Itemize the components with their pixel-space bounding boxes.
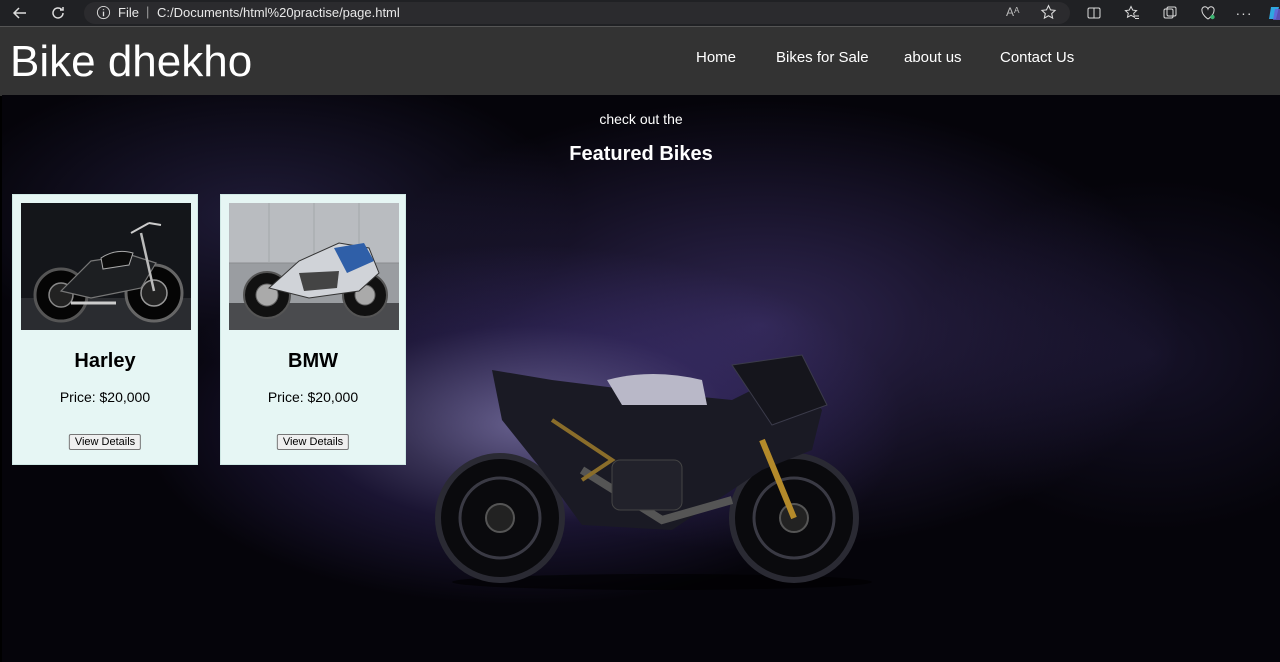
- bike-card-bmw: BMW Price: $20,000 View Details: [220, 194, 406, 465]
- favorites-icon: [1124, 5, 1139, 19]
- nav-contact-us[interactable]: Contact Us: [1000, 49, 1074, 66]
- harley-bike-image: [21, 203, 191, 330]
- collections-button[interactable]: [1160, 3, 1180, 23]
- copilot-button[interactable]: [1266, 3, 1280, 23]
- section-title: Featured Bikes: [569, 143, 713, 165]
- info-icon[interactable]: [96, 5, 111, 20]
- reload-button[interactable]: [48, 3, 68, 23]
- bike-price: Price: $20,000: [59, 389, 151, 405]
- bmw-bike-image: [229, 203, 399, 330]
- hero-motorcycle-image: [435, 354, 872, 590]
- nav-home[interactable]: Home: [696, 49, 736, 66]
- more-dots-icon: ···: [1235, 5, 1253, 21]
- nav-about-us[interactable]: about us: [904, 49, 962, 66]
- url-text[interactable]: C:/Documents/html%20practise/page.html: [157, 5, 400, 20]
- back-button[interactable]: [10, 3, 30, 23]
- back-arrow-icon: [12, 7, 26, 19]
- reload-icon: [52, 7, 64, 19]
- split-screen-icon: [1087, 7, 1101, 19]
- bike-card-harley: Harley Price: $20,000 View Details: [12, 194, 198, 465]
- view-details-button[interactable]: View Details: [68, 434, 142, 450]
- settings-more-button[interactable]: ···: [1234, 3, 1254, 23]
- file-label: File: [118, 5, 139, 20]
- nav-bikes-for-sale[interactable]: Bikes for Sale: [776, 49, 869, 66]
- bike-name: Harley: [74, 350, 136, 372]
- view-details-button[interactable]: View Details: [276, 434, 350, 450]
- hero-kicker: check out the: [599, 111, 683, 127]
- heart-pulse-icon: [1201, 6, 1215, 20]
- bike-price: Price: $20,000: [267, 389, 359, 405]
- bike-name: BMW: [288, 350, 338, 372]
- favorite-star-icon[interactable]: [1040, 4, 1057, 21]
- separator: |: [146, 4, 150, 19]
- browser-toolbar: File | C:/Documents/html%20practise/page…: [0, 0, 1280, 26]
- hero-section: check out the Featured Bikes Harley Pric…: [2, 95, 1280, 662]
- site-header: Bike dhekho Home Bikes for Sale about us…: [0, 26, 1280, 96]
- site-logo[interactable]: Bike dhekho: [10, 39, 252, 85]
- copilot-icon: [1269, 7, 1280, 20]
- split-screen-button[interactable]: [1084, 3, 1104, 23]
- collections-icon: [1163, 6, 1177, 19]
- favorites-button[interactable]: [1122, 3, 1142, 23]
- browser-essentials-button[interactable]: [1198, 3, 1218, 23]
- address-bar[interactable]: File | C:/Documents/html%20practise/page…: [84, 2, 1070, 24]
- read-aloud-icon[interactable]: Aᴬ: [1006, 5, 1019, 19]
